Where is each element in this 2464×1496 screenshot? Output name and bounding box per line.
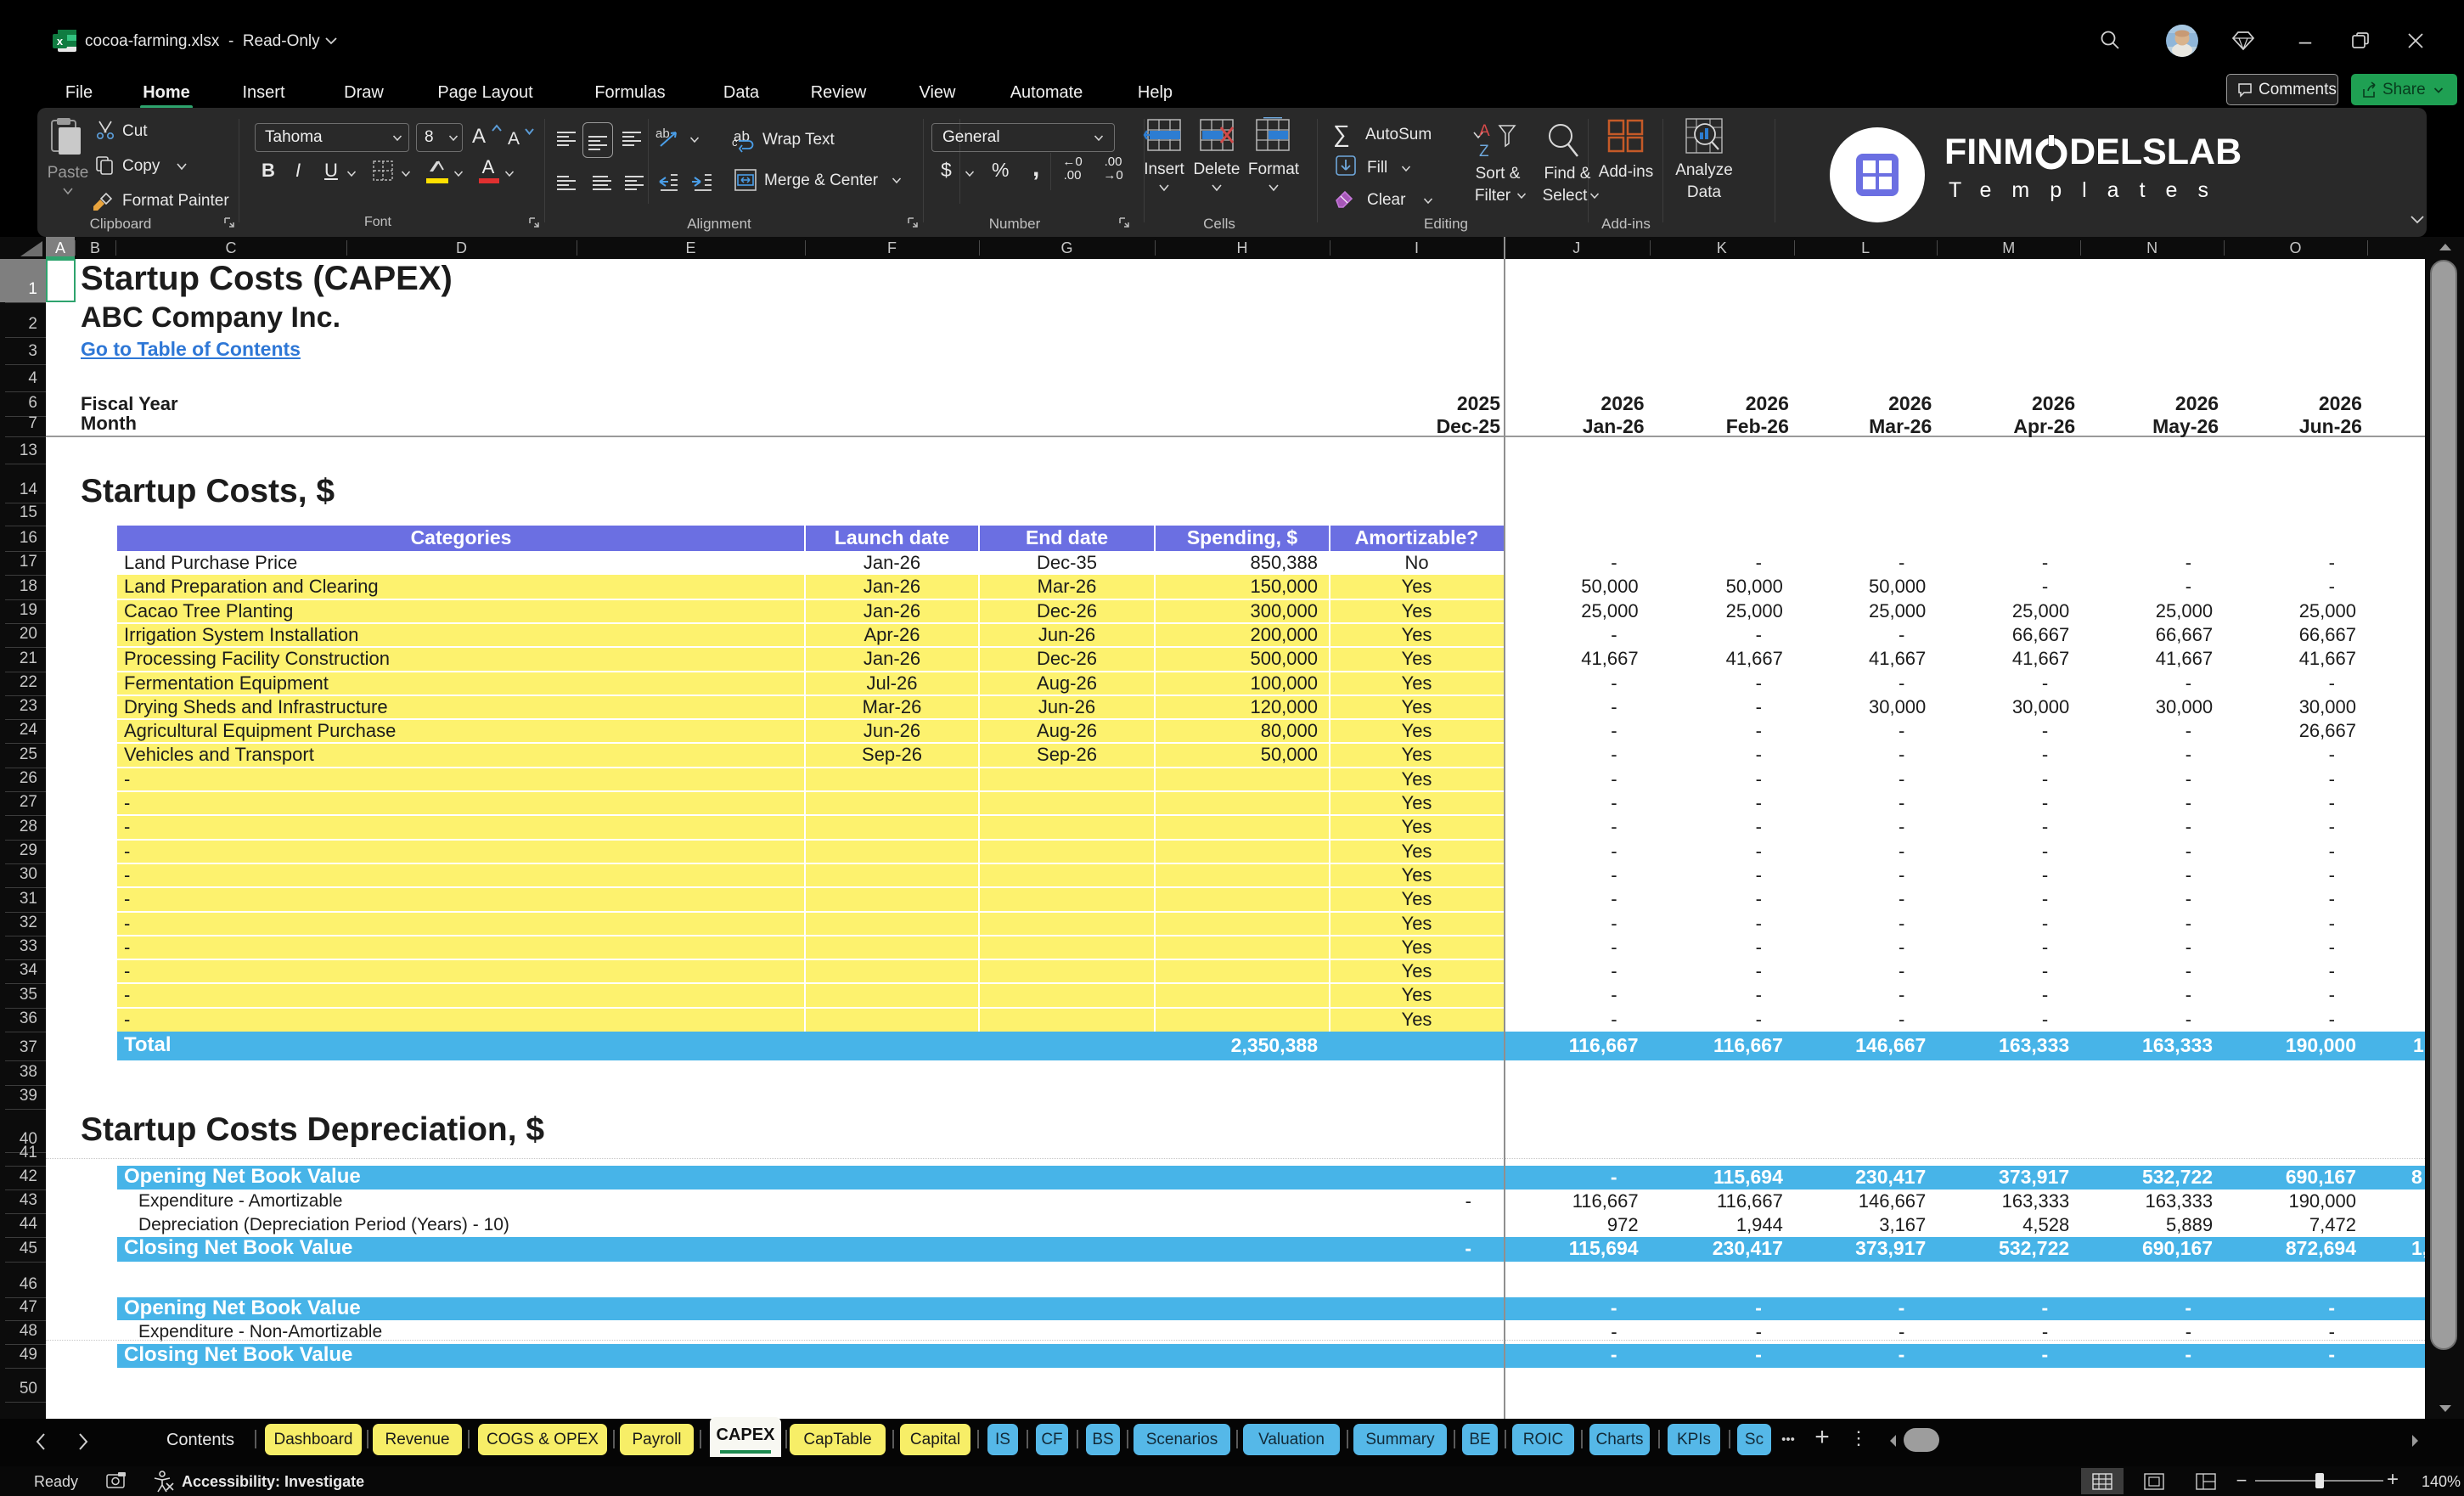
svg-text:A: A [1479,122,1490,140]
svg-text:x: x [57,35,64,48]
svg-text:Z: Z [1479,143,1489,160]
svg-text:c: c [732,136,738,149]
